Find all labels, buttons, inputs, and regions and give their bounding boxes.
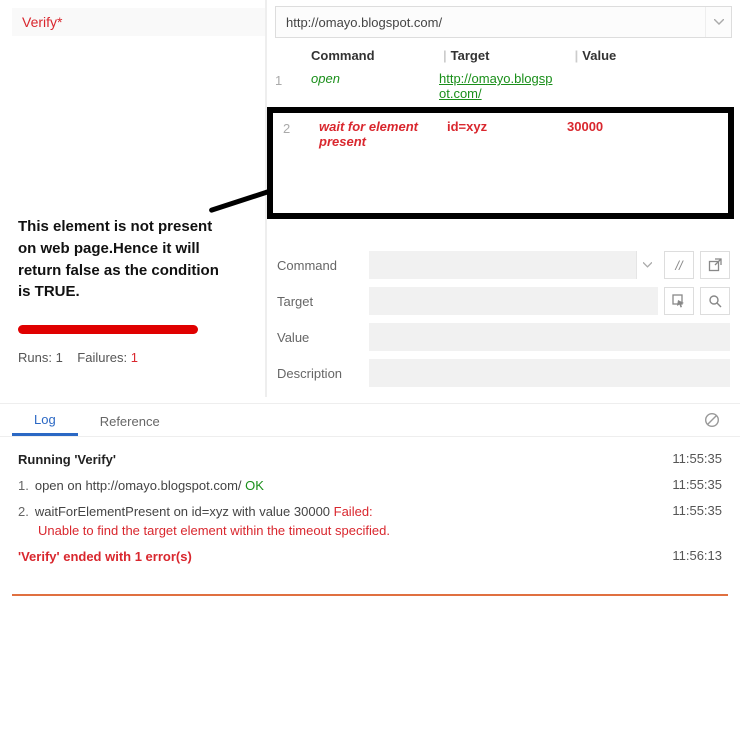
table-row[interactable]: 2 wait for element present id=xyz 30000 [275,115,726,153]
run-stats: Runs: 1 Failures: 1 [12,342,265,377]
log-line: 'Verify' ended with 1 error(s) 11:56:13 [18,544,722,570]
failures-count: 1 [131,350,138,365]
row-index: 2 [283,119,319,136]
chevron-down-icon[interactable] [636,251,658,279]
test-title[interactable]: Verify* [12,8,265,36]
select-target-icon[interactable] [664,287,694,315]
progress-bar [18,325,198,334]
header-command: Command [311,48,439,63]
new-window-icon[interactable] [700,251,730,279]
log-timestamp: 11:55:35 [672,503,722,539]
command-field-row: Command // [277,251,730,279]
tab-reference[interactable]: Reference [78,406,182,435]
log-body: Running 'Verify' 11:55:35 1.open on http… [0,437,740,580]
log-line: 2.waitForElementPresent on id=xyz with v… [18,499,722,543]
description-label: Description [277,366,363,381]
log-timestamp: 11:56:13 [672,548,722,566]
log-line: 1.open on http://omayo.blogspot.com/ OK … [18,473,722,499]
footer-divider [12,594,728,596]
target-input[interactable] [369,287,658,315]
cell-target: id=xyz [447,119,567,134]
runs-label: Runs: [18,350,52,365]
search-icon[interactable] [700,287,730,315]
value-input[interactable] [369,323,730,351]
table-row[interactable]: 1 open http://omayo.blogspot.com/ [267,67,740,105]
annotation-connector [208,188,272,213]
disable-button[interactable]: // [664,251,694,279]
highlighted-row-box: 2 wait for element present id=xyz 30000 [267,107,734,219]
description-field-row: Description [277,359,730,387]
cell-value: 30000 [567,119,718,134]
cell-command: open [311,71,439,86]
header-target: Target [451,48,571,63]
base-url-combo[interactable]: http://omayo.blogspot.com/ [275,6,732,38]
failures-label: Failures: [77,350,127,365]
value-field-row: Value [277,323,730,351]
description-input[interactable] [369,359,730,387]
target-label: Target [277,294,363,309]
base-url-text[interactable]: http://omayo.blogspot.com/ [276,15,705,30]
cell-target: http://omayo.blogspot.com/ [439,71,559,101]
header-value: Value [582,48,732,63]
log-tabs: Log Reference [0,403,740,437]
log-timestamp: 11:55:35 [672,451,722,469]
target-field-row: Target [277,287,730,315]
value-label: Value [277,330,363,345]
tab-log[interactable]: Log [12,404,78,436]
runs-count: 1 [56,350,63,365]
command-input[interactable] [369,251,636,279]
command-label: Command [277,258,363,273]
clear-log-icon[interactable] [704,412,728,428]
cell-command: wait for element present [319,119,447,149]
row-index: 1 [275,71,311,88]
log-timestamp: 11:55:35 [672,477,722,495]
log-line: Running 'Verify' 11:55:35 [18,447,722,473]
grid-header: Command | Target | Value [267,42,740,67]
annotation-text: This element is not present on web page.… [12,216,222,303]
chevron-down-icon[interactable] [705,7,731,37]
command-editor: Command // Target [277,251,730,387]
